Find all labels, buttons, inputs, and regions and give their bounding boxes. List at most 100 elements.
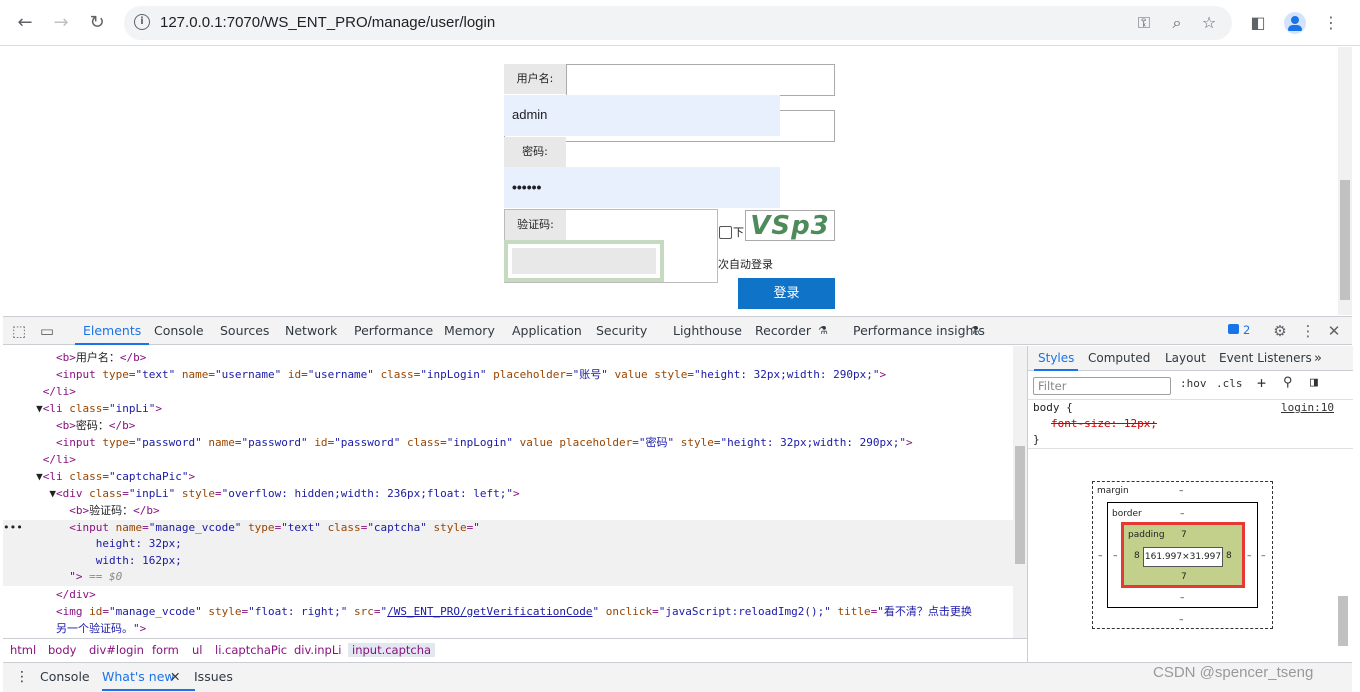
dom-line[interactable]: </li> [3, 384, 1013, 400]
dom-line[interactable]: <img id="manage_vcode" style="float: rig… [3, 604, 1013, 620]
tab-sources[interactable]: Sources [220, 317, 269, 345]
tab-lighthouse[interactable]: Lighthouse [673, 317, 742, 345]
tab-console[interactable]: Console [154, 317, 204, 345]
styles-filter-input[interactable]: Filter [1033, 377, 1171, 395]
dom-line[interactable]: <input type="text" name="username" id="u… [3, 367, 1013, 383]
password-autofill[interactable]: •••••• [504, 167, 780, 208]
site-info-icon[interactable]: i [134, 14, 150, 30]
dom-line[interactable]: 另一个验证码。"> [3, 621, 1013, 637]
padding-top-value: 7 [1181, 530, 1187, 540]
reload-icon[interactable]: ↻ [83, 9, 111, 37]
dom-line[interactable]: <b>密码：</b> [3, 418, 1013, 434]
new-rule-plus-icon[interactable]: + [1257, 374, 1266, 392]
side-panel-icon[interactable]: ◧ [1247, 12, 1269, 34]
tab-computed[interactable]: Computed [1088, 346, 1150, 371]
padding-label: padding [1128, 530, 1165, 540]
breadcrumb-li-captchapic[interactable]: li.captchaPic [215, 643, 287, 657]
tab-styles[interactable]: Styles [1034, 346, 1079, 371]
border-left-value: – [1113, 551, 1118, 561]
zoom-icon[interactable]: ⌕ [1167, 13, 1187, 33]
dom-line[interactable]: </div> [3, 587, 1013, 603]
styles-scrollbar-thumb[interactable] [1338, 596, 1348, 646]
url-text[interactable]: 127.0.0.1:7070/WS_ENT_PRO/manage/user/lo… [160, 14, 495, 31]
breadcrumb-div-inpli[interactable]: div.inpLi [294, 643, 341, 657]
box-model-content[interactable]: 161.997×31.997 [1143, 547, 1223, 567]
forward-arrow-icon[interactable]: → [47, 9, 75, 37]
star-icon[interactable]: ☆ [1199, 13, 1219, 33]
tab-performance-insights[interactable]: Performance insights [853, 317, 985, 345]
issues-message-icon[interactable] [1228, 324, 1239, 334]
breadcrumb-html[interactable]: html [10, 643, 36, 657]
profile-avatar-icon[interactable] [1284, 12, 1306, 34]
device-toolbar-icon[interactable]: ▭ [37, 321, 57, 341]
margin-left-value: – [1098, 551, 1103, 561]
address-bar[interactable]: i 127.0.0.1:7070/WS_ENT_PRO/manage/user/… [124, 6, 1232, 40]
margin-bottom-value: – [1179, 615, 1184, 625]
remember-checkbox[interactable] [719, 226, 732, 239]
captcha-label: 验证码: [505, 210, 566, 240]
breadcrumb-body[interactable]: body [48, 643, 76, 657]
tab-performance[interactable]: Performance [354, 317, 433, 345]
page-scrollbar-thumb[interactable] [1340, 180, 1350, 300]
elements-scrollbar[interactable] [1013, 346, 1027, 638]
key-icon[interactable]: ⚿ [1134, 13, 1154, 33]
rule-source-link[interactable]: login:10 [1281, 400, 1341, 416]
dom-line[interactable]: ▼<li class="inpLi"> [3, 401, 1013, 417]
tab-network[interactable]: Network [285, 317, 337, 345]
drawer-menu-icon[interactable]: ⋮ [15, 663, 29, 691]
dom-line[interactable]: ▼<div class="inpLi" style="overflow: hid… [3, 486, 1013, 502]
drawer-tab-console[interactable]: Console [40, 663, 90, 691]
captcha-input[interactable] [512, 248, 656, 274]
username-autofill[interactable]: admin [504, 95, 780, 136]
tab-layout[interactable]: Layout [1165, 346, 1206, 371]
tab-event-listeners[interactable]: Event Listeners [1219, 346, 1312, 371]
close-whats-new-icon[interactable]: ✕ [170, 663, 180, 691]
tab-elements[interactable]: Elements [75, 317, 150, 345]
dom-line[interactable]: <input type="password" name="password" i… [3, 435, 1013, 451]
breadcrumb-form[interactable]: form [152, 643, 179, 657]
dom-breadcrumb: html body div#login form ul li.captchaPi… [3, 638, 1027, 663]
hov-toggle[interactable]: :hov [1180, 377, 1207, 390]
page-viewport: 用户名: admin 密码: •••••• 验证码: VSp3 下 次自动登录 … [3, 47, 1338, 315]
password-label: 密码: [504, 137, 566, 167]
paint-brush-icon[interactable]: ⚲ [1283, 375, 1293, 390]
drawer-tab-whats-new[interactable]: What's new [102, 663, 195, 691]
settings-gear-icon[interactable]: ⚙ [1270, 321, 1290, 341]
captcha-image[interactable]: VSp3 [745, 210, 835, 241]
cls-toggle[interactable]: .cls [1216, 377, 1243, 390]
page-scrollbar[interactable] [1338, 47, 1352, 315]
dom-line[interactable]: <b>验证码：</b> [3, 503, 1013, 519]
toggle-sidebar-icon[interactable]: ◨ [1310, 375, 1318, 390]
breadcrumb-ul[interactable]: ul [192, 643, 202, 657]
close-devtools-icon[interactable]: ✕ [1324, 321, 1344, 341]
login-button[interactable]: 登录 [738, 278, 835, 309]
margin-top-value: – [1179, 486, 1184, 496]
username-input[interactable] [566, 64, 835, 96]
drawer-tab-issues[interactable]: Issues [194, 663, 233, 691]
dom-line[interactable]: <b>用户名：</b> [3, 350, 1013, 366]
tab-application[interactable]: Application [512, 317, 582, 345]
more-tabs-icon[interactable]: » [1314, 346, 1322, 371]
issues-count[interactable]: 2 [1243, 323, 1250, 337]
styles-pane: Styles Computed Layout Event Listeners »… [1027, 346, 1353, 663]
breadcrumb-input-captcha[interactable]: input.captcha [348, 643, 436, 657]
dom-line[interactable]: </li> [3, 452, 1013, 468]
more-menu-icon[interactable]: ⋮ [1320, 12, 1342, 34]
tab-recorder[interactable]: Recorder [755, 317, 811, 345]
dom-line-selected[interactable]: ••• <input name="manage_vcode" type="tex… [3, 520, 1013, 586]
breadcrumb-div-login[interactable]: div#login [89, 643, 144, 657]
elements-tree[interactable]: <b>用户名：</b> <input type="text" name="use… [3, 346, 1013, 638]
devtools-more-icon[interactable]: ⋮ [1298, 321, 1318, 341]
tab-memory[interactable]: Memory [444, 317, 495, 345]
rule-property-overridden[interactable]: font-size: 12px; [1051, 416, 1251, 432]
box-model-margin[interactable]: margin – – – – border – – – – padding 7 … [1092, 481, 1273, 629]
box-model-padding[interactable]: padding 7 7 8 8 161.997×31.997 [1121, 522, 1245, 588]
dom-line[interactable]: ▼<li class="captchaPic"> [3, 469, 1013, 485]
elements-scrollbar-thumb[interactable] [1015, 446, 1025, 564]
border-right-value: – [1247, 551, 1252, 561]
inspect-element-icon[interactable]: ⬚ [9, 321, 29, 341]
back-arrow-icon[interactable]: ← [11, 9, 39, 37]
box-model-border[interactable]: border – – – – padding 7 7 8 8 161.997×3… [1107, 502, 1258, 608]
remember-label-1: 下 [733, 226, 744, 239]
tab-security[interactable]: Security [596, 317, 647, 345]
